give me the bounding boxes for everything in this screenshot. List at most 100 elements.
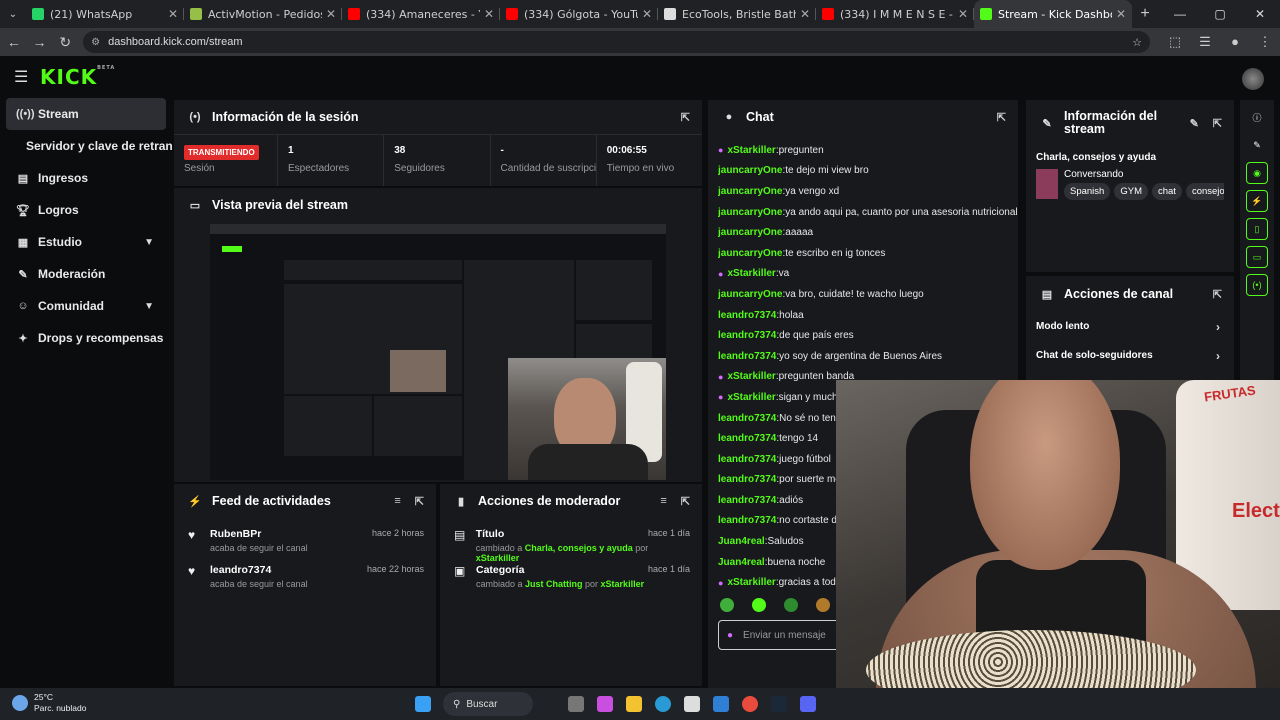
chat-username[interactable]: xStarkiller: [727, 268, 775, 279]
media-icon[interactable]: ☰: [1190, 34, 1220, 50]
feed-user[interactable]: leandro7374: [210, 564, 308, 576]
bolt-icon[interactable]: ⚡: [1246, 190, 1268, 212]
browser-tab[interactable]: (334) Gólgota - YouTube ✕: [500, 0, 658, 28]
chrome-icon[interactable]: [737, 688, 763, 720]
slow-mode-action[interactable]: Modo lento ›: [1026, 312, 1234, 341]
browser-tab[interactable]: (334) I M M E N S E - You ✕: [816, 0, 974, 28]
site-info-icon[interactable]: ⚙: [91, 37, 100, 48]
maximize-icon[interactable]: ▢: [1200, 0, 1240, 28]
file-explorer-icon[interactable]: [621, 688, 647, 720]
browser-tab[interactable]: (21) WhatsApp ✕: [26, 0, 184, 28]
popout-icon[interactable]: ⇱: [997, 111, 1006, 124]
chat-icon[interactable]: ▭: [1246, 246, 1268, 268]
chat-username[interactable]: jauncarryOne: [718, 227, 782, 238]
url-field[interactable]: ⚙ dashboard.kick.com/stream ☆: [83, 31, 1150, 53]
browser-tab[interactable]: ActivMotion - Pedidos - Shopify ✕: [184, 0, 342, 28]
chat-username[interactable]: leandro7374: [718, 515, 776, 526]
store-icon[interactable]: [679, 688, 705, 720]
profile-icon[interactable]: ●: [1220, 34, 1250, 50]
sidebar-item-comunidad[interactable]: ☺ Comunidad ▼: [0, 290, 172, 322]
emote-icon[interactable]: [752, 598, 766, 612]
clip-icon[interactable]: ◉: [1246, 162, 1268, 184]
chat-username[interactable]: leandro7374: [718, 310, 776, 321]
close-tab-icon[interactable]: ✕: [484, 7, 494, 21]
extensions-icon[interactable]: ⬚: [1160, 34, 1190, 50]
chat-username[interactable]: jauncarryOne: [718, 165, 782, 176]
chat-username[interactable]: leandro7374: [718, 474, 776, 485]
chat-username[interactable]: leandro7374: [718, 413, 776, 424]
chat-username[interactable]: leandro7374: [718, 433, 776, 444]
mod-action-user[interactable]: xStarkiller: [601, 579, 645, 589]
back-icon[interactable]: ←: [2, 34, 26, 50]
discord-icon[interactable]: [795, 688, 821, 720]
browser-tab[interactable]: Stream - Kick Dashboard ✕: [974, 0, 1132, 28]
sidebar-item-moderacion[interactable]: ✎ Moderación: [0, 258, 172, 290]
close-tab-icon[interactable]: ✕: [168, 7, 178, 21]
chat-username[interactable]: leandro7374: [718, 351, 776, 362]
sidebar-item-estudio[interactable]: ▦ Estudio ▼: [0, 226, 172, 258]
broadcast-icon[interactable]: (•): [1246, 274, 1268, 296]
chat-username[interactable]: xStarkiller: [727, 577, 775, 588]
popout-icon[interactable]: ⇱: [415, 495, 424, 508]
close-tab-icon[interactable]: ✕: [800, 7, 810, 21]
close-window-icon[interactable]: ✕: [1240, 0, 1280, 28]
edit-icon[interactable]: ✎: [1246, 134, 1268, 156]
emote-icon[interactable]: [784, 598, 798, 612]
copilot-icon[interactable]: [592, 688, 618, 720]
minimize-icon[interactable]: —: [1160, 0, 1200, 28]
chat-username[interactable]: jauncarryOne: [718, 248, 782, 259]
browser-tab[interactable]: (334) Amaneceres - YouTube ✕: [342, 0, 500, 28]
popout-icon[interactable]: ⇱: [1213, 117, 1222, 130]
close-tab-icon[interactable]: ✕: [642, 7, 652, 21]
menu-icon[interactable]: ⋮: [1250, 34, 1280, 50]
quick-actions-rail: ⓘ ✎ ◉ ⚡ ▯ ▭ (•): [1240, 100, 1274, 390]
sidebar-item-drops[interactable]: ✦ Drops y recompensas: [0, 322, 172, 354]
task-view-icon[interactable]: [563, 688, 589, 720]
edge-icon[interactable]: [650, 688, 676, 720]
browser-tab[interactable]: EcoTools, Bristle Bath Brush, Ce ✕: [658, 0, 816, 28]
sidebar-item-logros[interactable]: 🏆︎ Logros: [0, 194, 172, 226]
chat-username[interactable]: leandro7374: [718, 495, 776, 506]
chat-username[interactable]: xStarkiller: [727, 392, 775, 403]
forward-icon[interactable]: →: [28, 34, 52, 50]
followers-only-action[interactable]: Chat de solo-seguidores ›: [1026, 341, 1234, 370]
mail-icon[interactable]: [708, 688, 734, 720]
info-icon[interactable]: ⓘ: [1246, 106, 1268, 128]
popout-icon[interactable]: ⇱: [1213, 288, 1222, 301]
start-icon[interactable]: [410, 688, 436, 720]
kick-logo[interactable]: KICKBETA: [40, 65, 115, 89]
note-icon[interactable]: ▯: [1246, 218, 1268, 240]
hamburger-menu-icon[interactable]: ☰: [14, 67, 30, 87]
emote-icon[interactable]: [720, 598, 734, 612]
user-avatar[interactable]: [1242, 68, 1264, 90]
steam-icon[interactable]: [766, 688, 792, 720]
new-tab-button[interactable]: +: [1132, 5, 1158, 23]
weather-widget[interactable]: 25°C Parc. nublado: [12, 692, 86, 714]
chat-username[interactable]: jauncarryOne: [718, 289, 782, 300]
chat-username[interactable]: xStarkiller: [727, 371, 775, 382]
close-tab-icon[interactable]: ✕: [958, 7, 968, 21]
edit-icon[interactable]: ✎: [1190, 117, 1199, 130]
sidebar-item-stream[interactable]: ((•)) Stream: [6, 98, 166, 130]
chat-username[interactable]: leandro7374: [718, 454, 776, 465]
chat-username[interactable]: leandro7374: [718, 330, 776, 341]
emote-icon[interactable]: [816, 598, 830, 612]
close-tab-icon[interactable]: ✕: [1116, 7, 1126, 21]
chat-username[interactable]: jauncarryOne: [718, 207, 782, 218]
filter-icon[interactable]: ≡: [394, 495, 400, 508]
sidebar-item-server-key[interactable]: Servidor y clave de retransmisión: [0, 130, 172, 162]
popout-icon[interactable]: ⇱: [681, 495, 690, 508]
bookmark-star-icon[interactable]: ☆: [1132, 36, 1142, 49]
feed-user[interactable]: RubenBPr: [210, 528, 308, 540]
popout-icon[interactable]: ⇱: [681, 111, 690, 124]
chat-username[interactable]: Juan4real: [718, 557, 765, 568]
chat-username[interactable]: Juan4real: [718, 536, 765, 547]
sidebar-item-ingresos[interactable]: ▤ Ingresos: [0, 162, 172, 194]
taskbar-search[interactable]: ⚲ Buscar: [443, 692, 533, 716]
chat-username[interactable]: xStarkiller: [727, 145, 775, 156]
close-tab-icon[interactable]: ✕: [326, 7, 336, 21]
tab-search-icon[interactable]: ⌄: [0, 0, 26, 28]
filter-icon[interactable]: ≡: [660, 495, 666, 508]
reload-icon[interactable]: ↻: [53, 34, 77, 51]
chat-username[interactable]: jauncarryOne: [718, 186, 782, 197]
